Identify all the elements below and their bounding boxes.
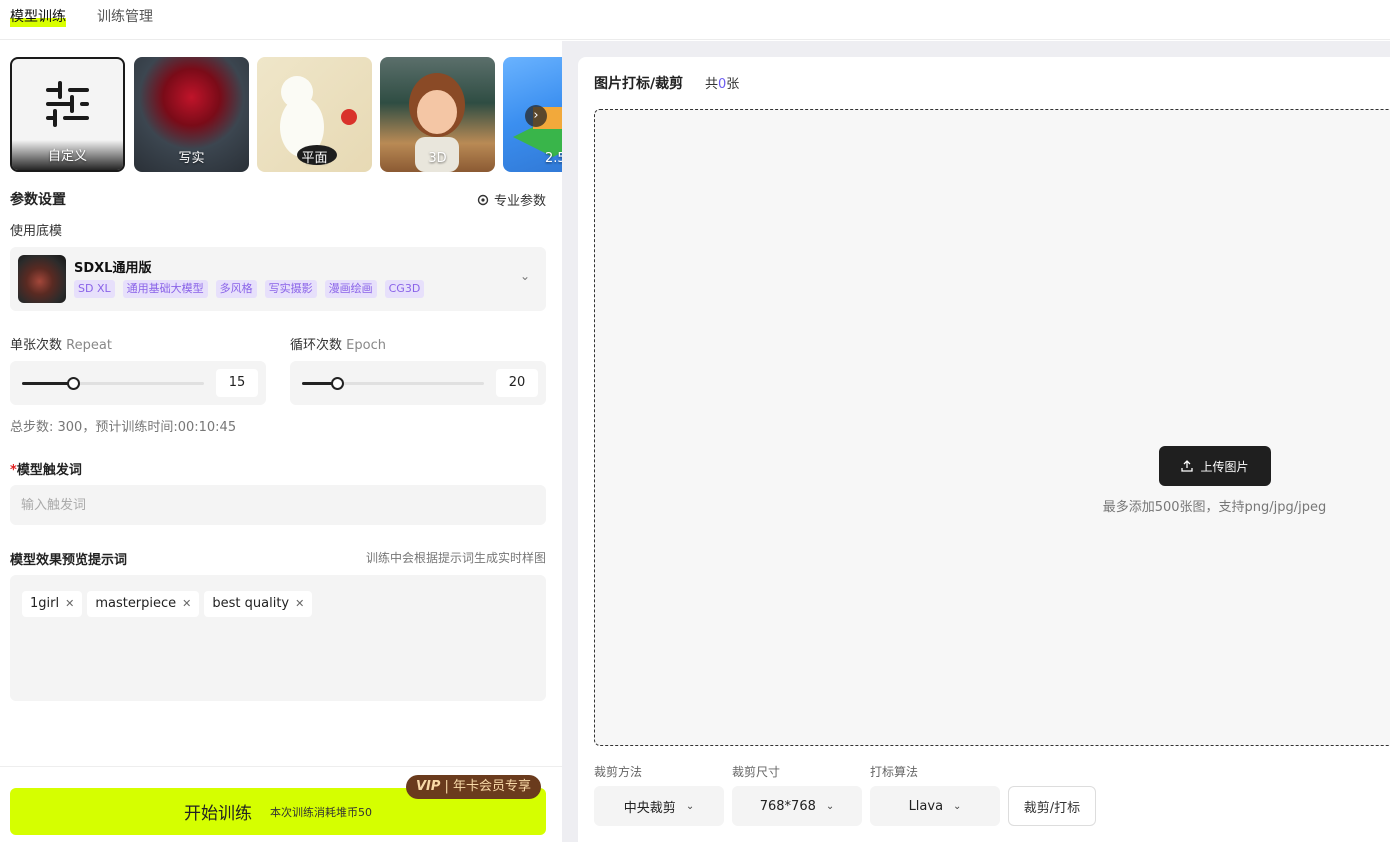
- upload-drop-zone[interactable]: 上传图片 最多添加500张图，支持png/jpg/jpeg: [594, 109, 1390, 746]
- style-label: 写实: [178, 151, 205, 166]
- repeat-track[interactable]: [22, 377, 204, 390]
- image-panel: 图片打标/裁剪 共0张 上传图片 最多添加500张图，支持png/jpg/jpe…: [578, 57, 1390, 842]
- prompt-box[interactable]: 1girl ✕ masterpiece ✕ best quality ✕: [10, 575, 546, 701]
- pro-params-label: 专业参数: [493, 194, 546, 209]
- upload-button[interactable]: 上传图片: [1159, 446, 1271, 486]
- prompt-chip: best quality ✕: [204, 591, 313, 617]
- epoch-input[interactable]: 20: [496, 369, 538, 397]
- chevron-down-icon: ⌄: [685, 800, 695, 812]
- base-model-select[interactable]: SDXL通用版 SD XL 通用基础大模型 多风格 写实摄影 漫画绘画 CG3D…: [10, 247, 546, 311]
- params-title: 参数设置: [10, 192, 66, 208]
- style-label: 3D: [428, 151, 447, 166]
- crop-method-label: 裁剪方法: [594, 765, 643, 779]
- tab-model-training[interactable]: 模型训练: [10, 7, 66, 27]
- crop-size-label: 裁剪尺寸: [732, 765, 781, 779]
- crop-method-select[interactable]: 中央裁剪 ⌄: [594, 786, 724, 826]
- model-name: SDXL通用版: [74, 261, 152, 276]
- epoch-slider: 20: [290, 361, 546, 405]
- epoch-track[interactable]: [302, 377, 484, 390]
- model-thumbnail: [18, 255, 66, 303]
- crop-size-value: 768*768: [759, 798, 816, 814]
- model-tag: 多风格: [215, 280, 257, 298]
- repeat-fill: [22, 382, 73, 385]
- upload-label: 上传图片: [1200, 459, 1249, 474]
- vip-badge: VIP | 年卡会员专享: [406, 775, 541, 799]
- crop-method-value: 中央裁剪: [623, 800, 676, 816]
- repeat-input[interactable]: 15: [216, 369, 258, 397]
- model-tags: SD XL 通用基础大模型 多风格 写实摄影 漫画绘画 CG3D: [74, 280, 425, 298]
- prompt-chip: masterpiece ✕: [87, 591, 200, 617]
- preview-hint: 训练中会根据提示词生成实时样图: [365, 551, 546, 565]
- prompt-chip: 1girl ✕: [22, 591, 83, 617]
- gear-icon: [477, 194, 489, 205]
- steps-info: 总步数: 300，预计训练时间:00:10:45: [10, 420, 237, 435]
- close-icon[interactable]: ✕: [65, 591, 74, 617]
- style-label: 2.5: [545, 151, 562, 166]
- training-cost: 本次训练消耗堆币50: [270, 805, 372, 819]
- epoch-thumb[interactable]: [330, 377, 344, 390]
- trigger-label: *模型触发词: [10, 463, 82, 478]
- crop-tag-button[interactable]: 裁剪/打标: [1008, 786, 1096, 826]
- style-label: 平面: [301, 151, 328, 166]
- style-selector: 自定义 写实 平面 3D 2.5 ›: [10, 57, 562, 173]
- tag-algo-select[interactable]: Llava ⌄: [870, 786, 1000, 826]
- model-tag: 通用基础大模型: [122, 280, 208, 298]
- pro-params-link[interactable]: 专业参数: [477, 190, 546, 209]
- bottom-bar: 开始训练 本次训练消耗堆币50 VIP | 年卡会员专享: [0, 766, 562, 842]
- base-model-label: 使用底模: [10, 224, 63, 239]
- top-nav: 模型训练 训练管理: [0, 0, 1390, 40]
- sliders-icon: [46, 81, 89, 127]
- style-card-realistic[interactable]: 写实: [134, 57, 249, 172]
- crop-size-select[interactable]: 768*768 ⌄: [732, 786, 862, 826]
- image-panel-title: 图片打标/裁剪: [594, 76, 684, 92]
- repeat-thumb[interactable]: [66, 377, 80, 390]
- model-tag: SD XL: [74, 280, 115, 298]
- prompt-chips: 1girl ✕ masterpiece ✕ best quality ✕: [22, 591, 313, 617]
- epoch-label: 循环次数 Epoch: [290, 338, 386, 353]
- model-tag: 漫画绘画: [324, 280, 377, 298]
- repeat-slider: 15: [10, 361, 266, 405]
- chevron-down-icon[interactable]: ⌄: [520, 269, 530, 283]
- image-count: 共0张: [705, 77, 740, 92]
- close-icon[interactable]: ✕: [182, 591, 191, 617]
- trigger-input[interactable]: [10, 485, 546, 525]
- tag-algo-value: Llava: [908, 798, 944, 814]
- model-tag: 写实摄影: [264, 280, 317, 298]
- style-card-3d[interactable]: 3D: [380, 57, 495, 172]
- tab-training-management[interactable]: 训练管理: [97, 7, 153, 27]
- model-tag: CG3D: [384, 280, 425, 298]
- style-label: 自定义: [47, 149, 87, 164]
- upload-hint: 最多添加500张图，支持png/jpg/jpeg: [1102, 500, 1327, 515]
- chevron-right-icon[interactable]: ›: [525, 105, 547, 127]
- close-icon[interactable]: ✕: [295, 591, 304, 617]
- style-card-flat[interactable]: 平面: [257, 57, 372, 172]
- style-card-custom[interactable]: 自定义: [10, 57, 125, 172]
- chevron-down-icon: ⌄: [953, 800, 962, 812]
- start-training-label: 开始训练: [184, 804, 252, 824]
- upload-icon: [1181, 460, 1194, 472]
- tag-algo-label: 打标算法: [870, 765, 919, 779]
- chevron-down-icon: ⌄: [825, 800, 835, 812]
- left-panel: 自定义 写实 平面 3D 2.5 › 参数设置 专业参数 使用底模 SDXL通用…: [0, 41, 562, 842]
- repeat-label: 单张次数 Repeat: [10, 338, 112, 353]
- preview-prompt-label: 模型效果预览提示词: [10, 553, 128, 568]
